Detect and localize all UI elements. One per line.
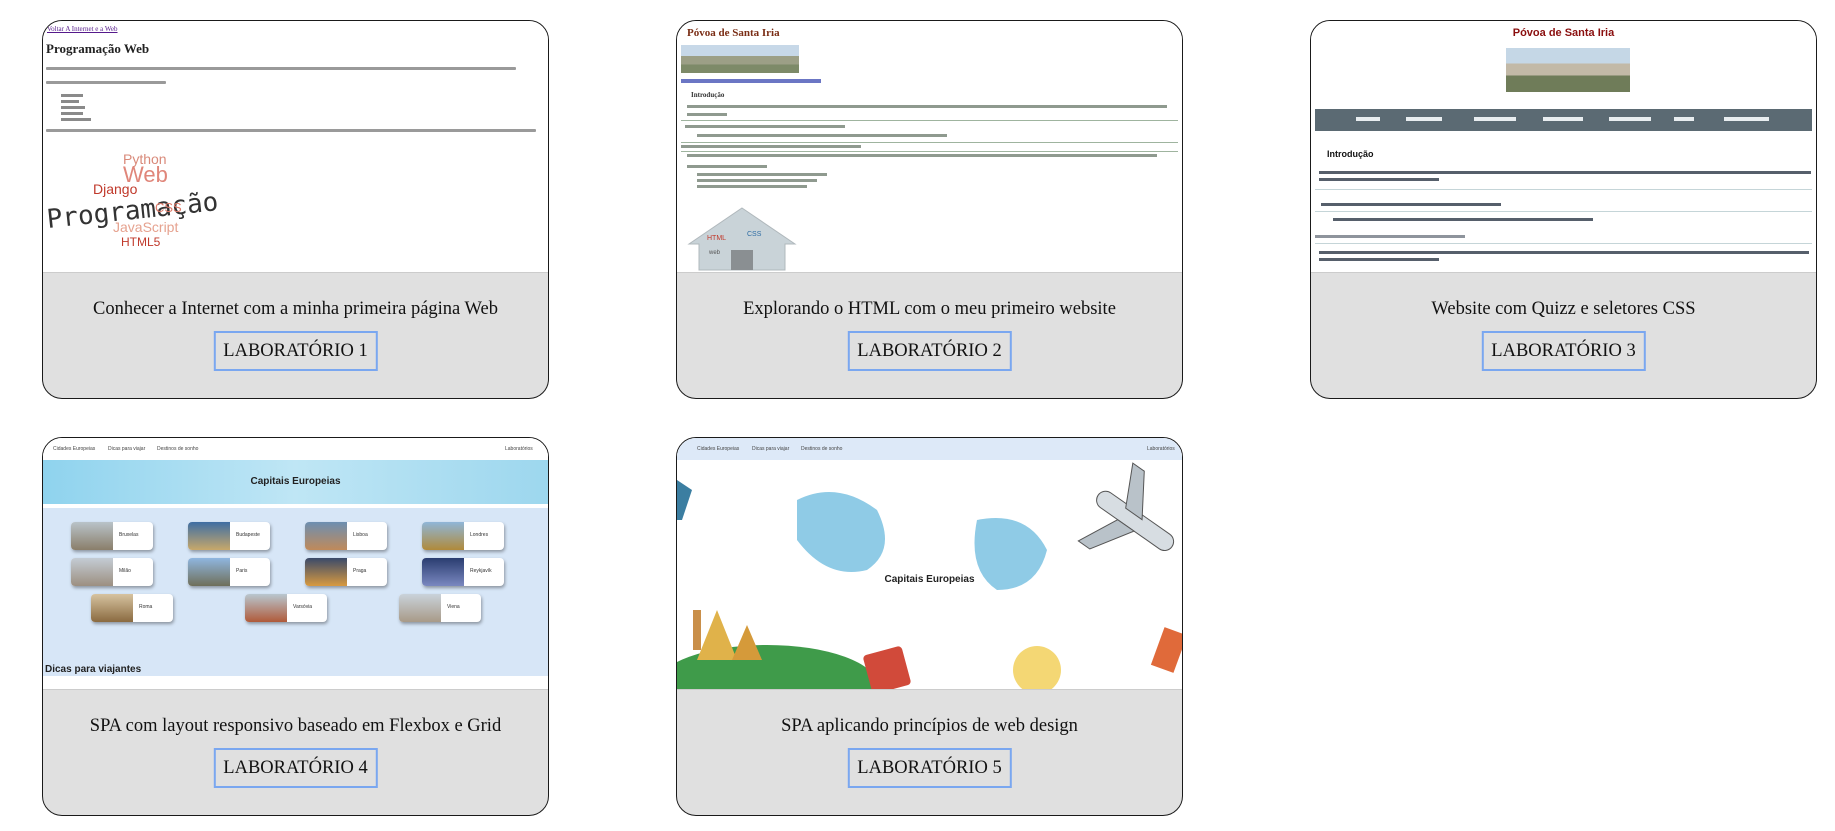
city-tile: Paris [188,558,270,586]
lab-3-title: Website com Quizz e seletores CSS [1431,299,1696,319]
city-name: Varsóvia [293,604,313,610]
preview-nav-item: Cidades Europeias [53,446,96,452]
city-name: Milão [119,568,131,574]
lab-3-button[interactable]: LABORATÓRIO 3 [1481,331,1646,371]
lab-2-preview-image[interactable]: Póvoa de Santa Iria Introdução HTML CSS … [677,21,1182,273]
city-tile: Roma [91,594,173,622]
city-name: Reykjavík [470,568,492,574]
lab-card-1: Voltar A Internet e a Web Programação We… [42,20,549,399]
city-tile: Bruxelas [71,522,153,550]
preview-hero-title: Capitais Europeias [884,574,975,585]
city-tile: Milão [71,558,153,586]
svg-text:CSS: CSS [155,200,182,215]
city-tile: Varsóvia [245,594,327,622]
lab-3-preview-image[interactable]: Póvoa de Santa Iria Introdução [1311,21,1816,273]
lab-1-title: Conhecer a Internet com a minha primeira… [92,299,498,319]
preview-heading: Póvoa de Santa Iria [1512,27,1615,39]
svg-text:CSS: CSS [747,231,762,238]
preview-topbar: Cidades Europeias Dicas para viajar Dest… [43,438,548,460]
city-tile: Londres [422,522,504,550]
preview-nav-right: Laboratórios [505,446,533,452]
lab-card-3: Póvoa de Santa Iria Introdução Website c… [1310,20,1817,399]
preview-banner-title: Capitais Europeias [250,476,341,487]
city-tile: Budapeste [188,522,270,550]
town-photo [681,45,799,73]
lab-2-title: Explorando o HTML com o meu primeiro web… [743,299,1116,319]
town-photo [1506,48,1630,92]
city-name: Londres [470,532,489,538]
preview-nav-item: Cidades Europeias [697,446,740,452]
city-name: Lisboa [353,532,368,538]
preview-nav-item: Destinos de sonho [801,446,843,452]
city-tile: Lisboa [305,522,387,550]
preview-nav-item: Dicas para viajar [752,446,790,452]
city-name: Praga [353,568,367,574]
preview-topbar: Cidades Europeias Dicas para viajar Dest… [677,438,1182,460]
preview-banner: Capitais Europeias [43,460,548,504]
city-tile: Viena [399,594,481,622]
city-name: Roma [139,604,153,610]
svg-text:HTML: HTML [707,235,726,242]
preview-heading: Póvoa de Santa Iria [687,27,780,39]
city-tile: Reykjavík [422,558,504,586]
lab-1-button[interactable]: LABORATÓRIO 1 [213,331,378,371]
preview-nav-right: Laboratórios [1147,446,1175,452]
svg-text:JavaScript: JavaScript [113,219,178,235]
city-name: Viena [447,604,460,610]
wordcloud-graphic: Python Web Django Programação CSS JavaSc… [45,151,219,249]
lab-card-4: Cidades Europeias Dicas para viajar Dest… [42,437,549,816]
city-grid: Bruxelas Budapeste Lisboa Londres Milão … [43,508,548,676]
lab-1-preview-image[interactable]: Voltar A Internet e a Web Programação We… [43,21,548,273]
lab-4-button[interactable]: LABORATÓRIO 4 [213,748,378,788]
preview-breadcrumb: Voltar A Internet e a Web [47,25,118,33]
preview-heading: Programação Web [46,41,150,56]
city-tile: Praga [305,558,387,586]
svg-text:HTML5: HTML5 [121,235,161,249]
lab-card-5: Cidades Europeias Dicas para viajar Dest… [676,437,1183,816]
lab-2-button[interactable]: LABORATÓRIO 2 [847,331,1012,371]
lab-4-title: SPA com layout responsivo baseado em Fle… [89,716,502,736]
svg-text:Django: Django [93,181,138,197]
lab-4-preview-image[interactable]: Cidades Europeias Dicas para viajar Dest… [43,438,548,690]
lab-5-button[interactable]: LABORATÓRIO 5 [847,748,1012,788]
city-name: Budapeste [236,532,260,538]
preview-subheading: Introdução [1327,149,1374,159]
preview-nav-item: Destinos de sonho [157,446,199,452]
house-wordcloud-graphic: HTML CSS web [687,207,797,271]
preview-subheading: Introdução [691,91,725,99]
lab-5-title: SPA aplicando princípios de web design [781,716,1078,736]
preview-section-title: Dicas para viajantes [45,664,142,675]
preview-nav-item: Dicas para viajar [108,446,146,452]
preview-nav [681,79,821,83]
svg-text:web: web [708,250,721,256]
lab-card-2: Póvoa de Santa Iria Introdução HTML CSS … [676,20,1183,399]
city-name: Bruxelas [119,532,139,538]
lab-5-preview-image[interactable]: Cidades Europeias Dicas para viajar Dest… [677,438,1182,690]
city-name: Paris [236,568,248,574]
